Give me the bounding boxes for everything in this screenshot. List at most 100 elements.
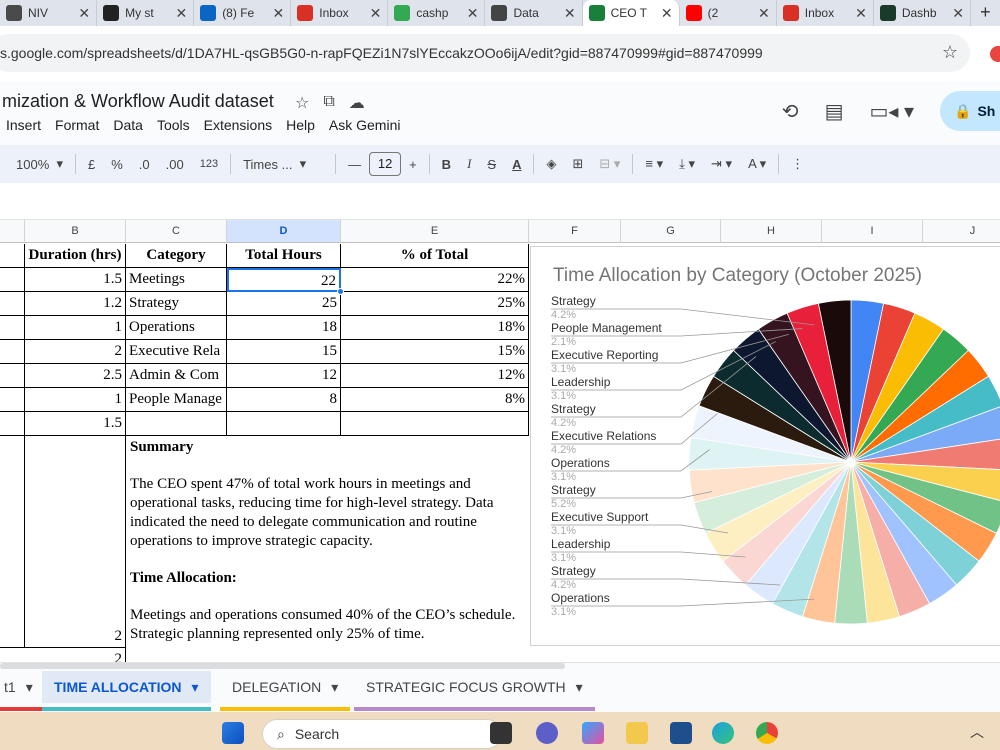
close-icon[interactable]: ✕ — [467, 5, 479, 22]
duration-cell[interactable]: 2 — [25, 436, 126, 648]
column-header-d[interactable]: D — [227, 220, 341, 243]
browser-tab[interactable]: Data ✕ — [485, 0, 583, 26]
duration-cell[interactable]: 1.5 — [25, 268, 126, 292]
close-icon[interactable]: ✕ — [661, 5, 673, 22]
row-stub[interactable] — [0, 364, 25, 388]
percent-button[interactable]: % — [103, 157, 131, 172]
close-icon[interactable]: ✕ — [273, 5, 285, 22]
percent-cell[interactable]: 8% — [341, 388, 529, 412]
total-hours-cell[interactable] — [227, 412, 341, 436]
table-header[interactable]: % of Total — [341, 244, 529, 268]
menu-item[interactable]: Ask Gemini — [329, 117, 401, 133]
percent-cell[interactable]: 15% — [341, 340, 529, 364]
close-icon[interactable]: ✕ — [175, 5, 187, 22]
cloud-status-icon[interactable]: ☁ — [349, 93, 365, 113]
font-select[interactable]: Times ... ▾ — [235, 156, 331, 172]
browser-tab[interactable]: CEO T ✕ — [582, 0, 680, 26]
duration-cell[interactable]: 1 — [25, 388, 126, 412]
close-icon[interactable]: ✕ — [952, 5, 964, 22]
taskbar-chevron-icon[interactable]: ︿ — [970, 722, 984, 742]
total-hours-cell[interactable]: 18 — [227, 316, 341, 340]
category-cell[interactable] — [126, 412, 227, 436]
column-header-g[interactable]: G — [621, 220, 721, 243]
decrease-decimal-button[interactable]: .0 — [131, 157, 158, 172]
bold-icon[interactable]: B — [434, 157, 459, 172]
spreadsheet-grid[interactable]: Summary The CEO spent 47% of total work … — [0, 220, 1000, 662]
document-title[interactable]: mization & Workflow Audit dataset — [2, 91, 274, 112]
browser-tab[interactable]: cashp ✕ — [388, 0, 486, 26]
menu-item[interactable]: Tools — [157, 117, 190, 133]
category-cell[interactable]: People Manage — [126, 388, 227, 412]
version-history-icon[interactable]: ⟲ — [782, 99, 799, 124]
percent-cell[interactable]: 18% — [341, 316, 529, 340]
column-header[interactable] — [0, 220, 25, 243]
row-stub[interactable] — [0, 244, 25, 268]
merge-cells-icon[interactable]: ⊟ ▾ — [591, 156, 628, 172]
percent-cell[interactable]: 22% — [341, 268, 529, 292]
bookmark-star-icon[interactable]: ☆ — [942, 42, 958, 63]
row-stub[interactable] — [0, 268, 25, 292]
category-cell[interactable]: Operations — [126, 316, 227, 340]
horizontal-scrollbar[interactable] — [0, 663, 565, 669]
category-cell[interactable]: Admin & Com — [126, 364, 227, 388]
edge-icon[interactable] — [712, 722, 734, 744]
total-hours-cell[interactable]: 12 — [227, 364, 341, 388]
windows-start-icon[interactable] — [222, 722, 244, 744]
menu-item[interactable]: Help — [286, 117, 315, 133]
zoom-select[interactable]: 100% ▾ — [0, 156, 71, 172]
chevron-down-icon[interactable]: ▾ — [331, 679, 338, 696]
table-header[interactable]: Total Hours — [227, 244, 341, 268]
copilot-icon[interactable] — [582, 722, 604, 744]
chevron-down-icon[interactable]: ▾ — [192, 679, 199, 696]
chevron-down-icon[interactable]: ▾ — [26, 679, 33, 696]
menu-item[interactable]: Insert — [6, 117, 41, 133]
category-cell[interactable]: Strategy — [126, 292, 227, 316]
percent-cell[interactable] — [341, 412, 529, 436]
sheet-tab[interactable]: TIME ALLOCATION ▾ — [42, 671, 211, 711]
store-icon[interactable] — [670, 722, 692, 744]
sheet-tab[interactable]: t1 ▾ — [0, 671, 45, 711]
total-hours-cell[interactable]: 22 — [227, 268, 341, 292]
sheet-tab[interactable]: DELEGATION ▾ — [220, 671, 351, 711]
font-size-input[interactable]: 12 — [369, 152, 402, 176]
duration-cell[interactable]: 1 — [25, 316, 126, 340]
selection-fill-handle[interactable] — [337, 288, 344, 295]
horizontal-align-icon[interactable]: ≡ ▾ — [637, 156, 671, 172]
currency-button[interactable]: £ — [80, 157, 103, 172]
font-size-increase-icon[interactable]: + — [401, 157, 425, 172]
column-header-b[interactable]: B — [25, 220, 126, 243]
row-stub[interactable] — [0, 316, 25, 340]
column-header-i[interactable]: I — [822, 220, 923, 243]
duration-cell[interactable]: 1.5 — [25, 412, 126, 436]
chat-icon[interactable] — [536, 722, 558, 744]
vertical-align-icon[interactable]: ⤓ ▾ — [671, 156, 703, 172]
table-header[interactable]: Category — [126, 244, 227, 268]
text-rotation-icon[interactable]: A ▾ — [740, 156, 774, 172]
text-wrap-icon[interactable]: ⇥ ▾ — [703, 156, 740, 172]
close-icon[interactable]: ✕ — [78, 5, 90, 22]
close-icon[interactable]: ✕ — [564, 5, 576, 22]
table-header[interactable]: Duration (hrs) — [25, 244, 126, 268]
category-cell[interactable]: Meetings — [126, 268, 227, 292]
percent-cell[interactable]: 25% — [341, 292, 529, 316]
row-stub[interactable] — [0, 388, 25, 412]
chevron-down-icon[interactable]: ▾ — [576, 679, 583, 696]
duration-cell[interactable]: 2.5 — [25, 364, 126, 388]
borders-icon[interactable]: ⊞ — [564, 156, 591, 172]
profile-avatar[interactable] — [990, 46, 1000, 62]
duration-cell[interactable]: 2 — [25, 648, 126, 662]
menu-item[interactable]: Extensions — [204, 117, 272, 133]
browser-tab[interactable]: NIV ✕ — [0, 0, 98, 26]
category-cell[interactable]: Executive Rela — [126, 340, 227, 364]
total-hours-cell[interactable]: 25 — [227, 292, 341, 316]
file-explorer-icon[interactable] — [626, 722, 648, 744]
column-header-j[interactable]: J — [923, 220, 1000, 243]
font-size-decrease-icon[interactable]: — — [340, 157, 369, 172]
close-icon[interactable]: ✕ — [370, 5, 382, 22]
more-options-icon[interactable]: ⋮ — [783, 156, 812, 172]
browser-tab[interactable]: (8) Fe ✕ — [194, 0, 292, 26]
column-header-e[interactable]: E — [341, 220, 529, 243]
new-tab-icon[interactable]: + — [971, 0, 1000, 26]
total-hours-cell[interactable]: 8 — [227, 388, 341, 412]
close-icon[interactable]: ✕ — [855, 5, 867, 22]
